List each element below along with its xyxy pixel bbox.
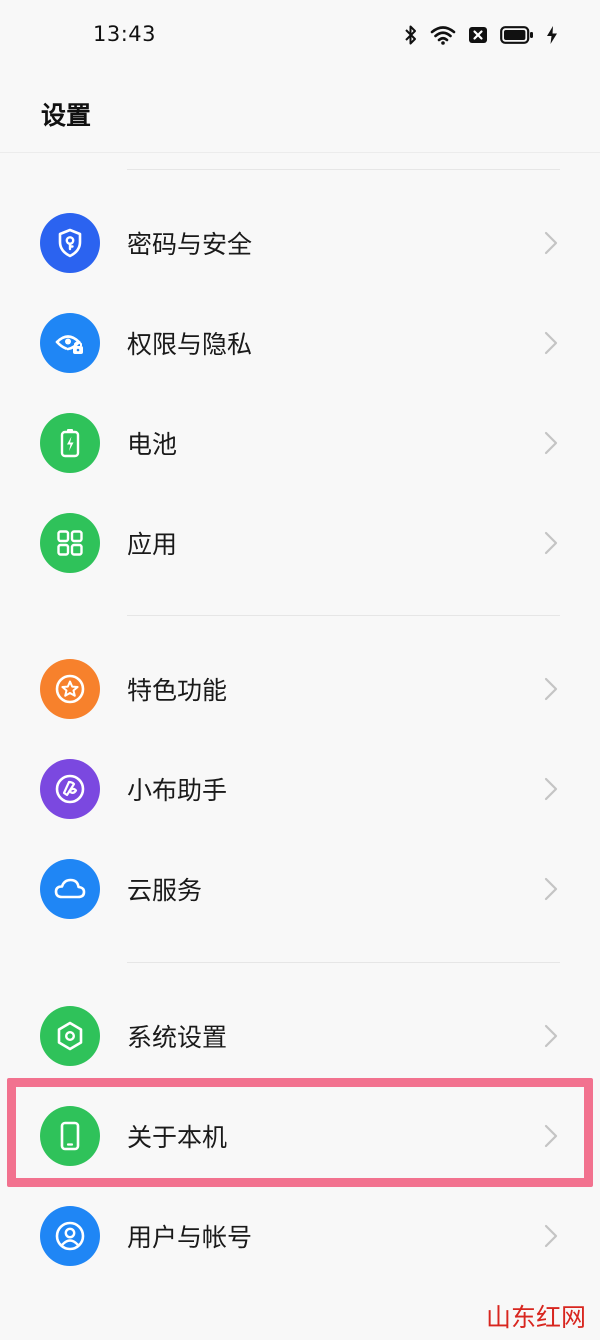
settings-item-label: 权限与隐私: [127, 330, 253, 359]
apps-grid-icon: [40, 513, 100, 573]
wifi-icon: [430, 26, 456, 45]
settings-item-label: 密码与安全: [127, 230, 253, 259]
status-time: 13:43: [93, 22, 157, 46]
settings-item-assistant[interactable]: 小布助手: [0, 739, 600, 839]
settings-item-label: 应用: [127, 530, 178, 559]
group-divider: [127, 962, 560, 963]
charging-icon: [547, 26, 557, 44]
user-icon: [40, 1206, 100, 1266]
header-divider: [0, 152, 600, 153]
settings-item-label: 用户与帐号: [127, 1223, 253, 1252]
settings-item-label: 系统设置: [127, 1023, 228, 1052]
settings-item-label: 电池: [127, 430, 178, 459]
chevron-right-icon: [544, 431, 558, 455]
chevron-right-icon: [544, 677, 558, 701]
cloud-icon: [40, 859, 100, 919]
bluetooth-icon: [405, 25, 416, 45]
watermark: 山东红网: [485, 1303, 586, 1332]
chevron-right-icon: [544, 1024, 558, 1048]
chevron-right-icon: [544, 331, 558, 355]
shield-key-icon: [40, 213, 100, 273]
chevron-right-icon: [544, 531, 558, 555]
battery-icon: [500, 26, 533, 44]
status-bar: 13:43: [0, 0, 600, 70]
page-title: 设置: [41, 101, 92, 130]
chevron-right-icon: [544, 231, 558, 255]
eye-lock-icon: [40, 313, 100, 373]
settings-item-label: 小布助手: [127, 776, 228, 805]
settings-item-label: 特色功能: [127, 676, 228, 705]
settings-item-password-security[interactable]: 密码与安全: [0, 193, 600, 293]
settings-item-special-features[interactable]: 特色功能: [0, 639, 600, 739]
settings-item-permissions-privacy[interactable]: 权限与隐私: [0, 293, 600, 393]
star-circle-icon: [40, 659, 100, 719]
hexagon-settings-icon: [40, 1006, 100, 1066]
group-divider: [127, 615, 560, 616]
settings-item-users-accounts[interactable]: 用户与帐号: [0, 1186, 600, 1286]
settings-item-cloud-service[interactable]: 云服务: [0, 839, 600, 939]
settings-item-system-settings[interactable]: 系统设置: [0, 986, 600, 1086]
chevron-right-icon: [544, 1224, 558, 1248]
no-sim-icon: [469, 27, 487, 43]
chevron-right-icon: [544, 777, 558, 801]
status-icons: [404, 22, 558, 48]
settings-item-battery[interactable]: 电池: [0, 393, 600, 493]
group-divider: [127, 169, 560, 170]
assistant-icon: [40, 759, 100, 819]
settings-item-apps[interactable]: 应用: [0, 493, 600, 593]
highlight-box: [7, 1078, 593, 1187]
chevron-right-icon: [544, 877, 558, 901]
settings-item-label: 云服务: [127, 876, 203, 905]
battery-charging-icon: [40, 413, 100, 473]
